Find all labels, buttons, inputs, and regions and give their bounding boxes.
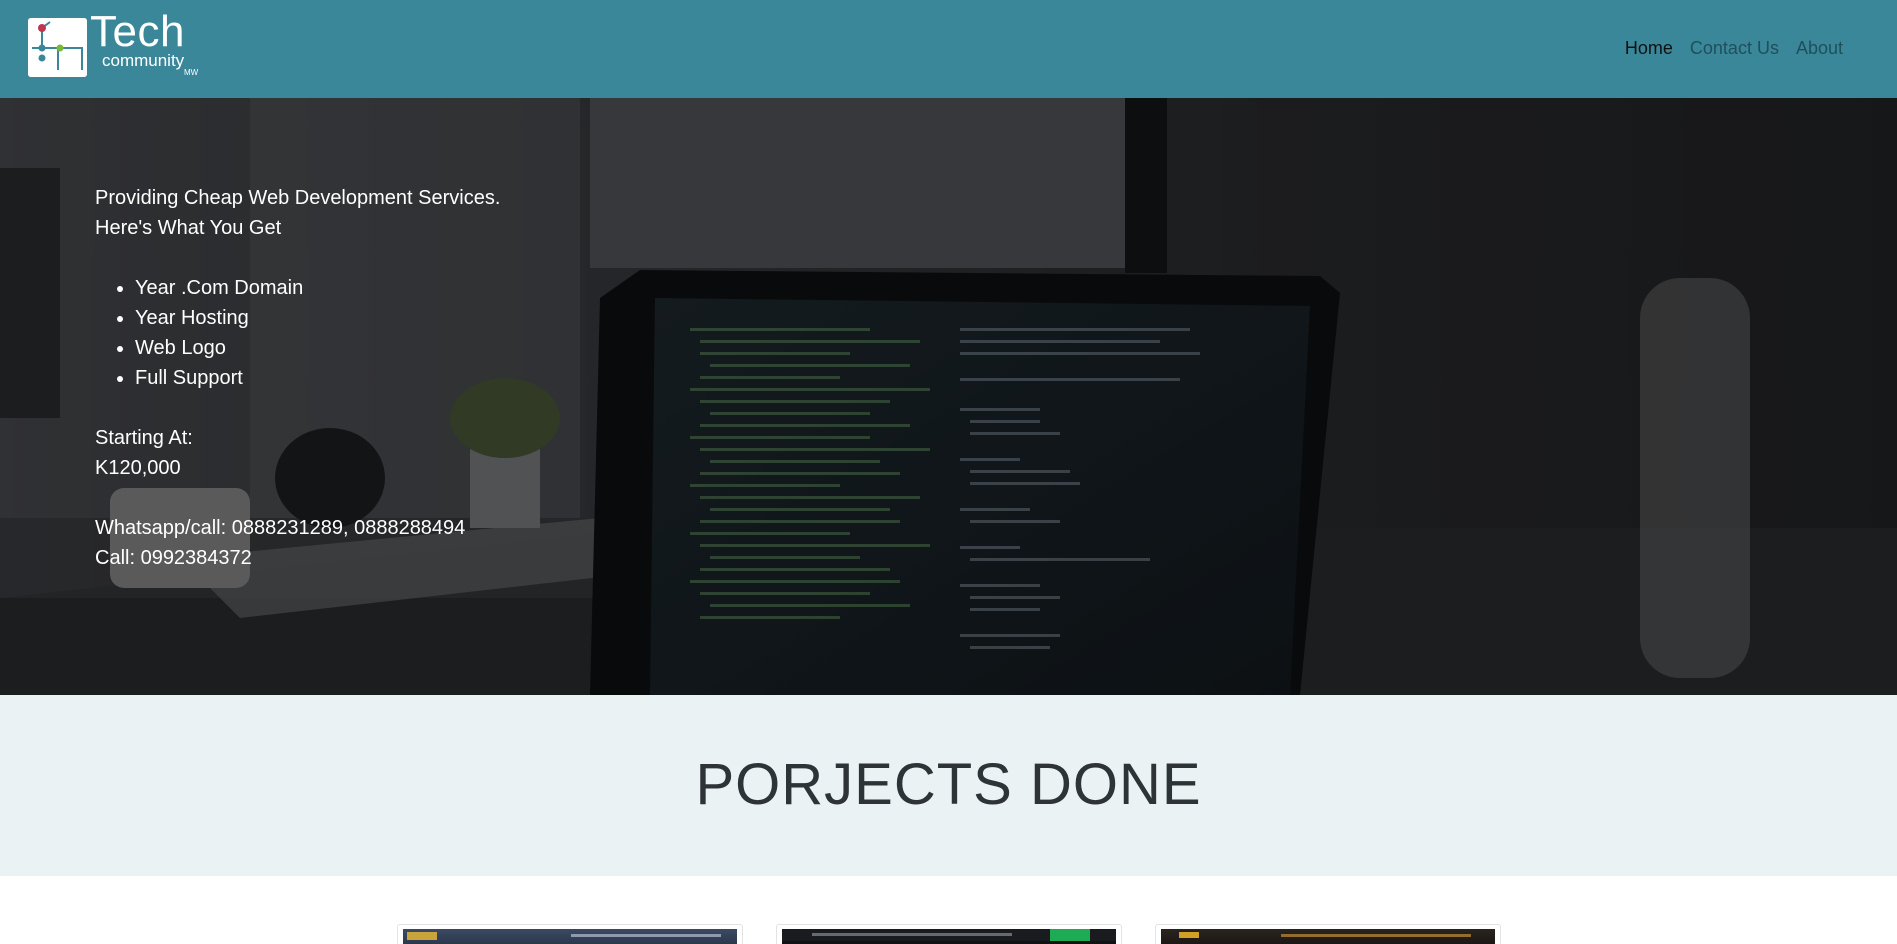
hero-headline-2: Here's What You Get <box>95 217 282 239</box>
call-contact: Call: 0992384372 <box>95 547 252 569</box>
list-item: Web Logo <box>135 333 500 363</box>
site-logo[interactable]: Tech community MW <box>28 10 218 80</box>
site-header: Tech community MW Home Contact Us About <box>0 0 1897 98</box>
list-item: Full Support <box>135 363 500 393</box>
nav-about[interactable]: About <box>1796 37 1843 59</box>
logo-mw-text: MW <box>184 68 199 77</box>
project-card-2[interactable] <box>776 924 1122 944</box>
projects-section: PORJECTS DONE <box>0 695 1897 876</box>
main-nav: Home Contact Us About <box>1625 37 1843 59</box>
nav-home[interactable]: Home <box>1625 37 1673 59</box>
hero-headline-1: Providing Cheap Web Development Services… <box>95 187 501 209</box>
hero-content: Providing Cheap Web Development Services… <box>95 183 500 603</box>
project-card-3[interactable] <box>1155 924 1501 944</box>
project-thumbnail <box>1161 929 1495 944</box>
project-card-1[interactable] <box>397 924 743 944</box>
logo-community-text: community <box>102 51 185 70</box>
whatsapp-contact: Whatsapp/call: 0888231289, 0888288494 <box>95 517 466 539</box>
price-value: K120,000 <box>95 457 181 479</box>
hero-section: Providing Cheap Web Development Services… <box>0 98 1897 695</box>
nav-contact-us[interactable]: Contact Us <box>1690 37 1779 59</box>
project-cards <box>0 876 1897 944</box>
projects-title: PORJECTS DONE <box>695 752 1202 817</box>
list-item: Year .Com Domain <box>135 273 500 303</box>
feature-list: Year .Com Domain Year Hosting Web Logo F… <box>95 273 500 393</box>
list-item: Year Hosting <box>135 303 500 333</box>
logo-circuit-icon <box>28 18 87 77</box>
project-thumbnail <box>782 929 1116 944</box>
price-label: Starting At: <box>95 427 193 449</box>
logo-tech-text: Tech <box>90 7 185 56</box>
project-thumbnail <box>403 929 737 944</box>
